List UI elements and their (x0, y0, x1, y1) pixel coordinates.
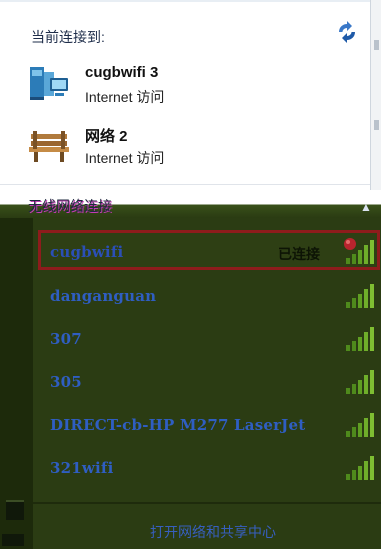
network-computer-icon (30, 67, 68, 100)
section-divider (0, 184, 370, 185)
connection-panel: 当前连接到: cugbwifi 3 Internet 访问 网络 2 Inter… (0, 0, 381, 216)
chevron-up-icon[interactable]: ▲ (360, 200, 372, 214)
connection-name: cugbwifi 3 (85, 64, 159, 81)
network-ssid: cugbwifi (50, 243, 124, 261)
signal-strength-icon (346, 413, 374, 437)
connection-name: 网络 2 (85, 128, 128, 145)
network-ssid: 321wifi (50, 459, 114, 477)
scrollbar[interactable] (370, 0, 381, 216)
signal-strength-icon (346, 240, 374, 264)
connection-item-network2: 网络 2 Internet 访问 (28, 125, 358, 179)
signal-strength-icon (346, 456, 374, 480)
scrollbar-notch (374, 120, 379, 130)
network-row-danganguan[interactable]: danganguan (38, 274, 380, 317)
network-row-305[interactable]: 305 (38, 360, 380, 403)
edge-artifact (6, 500, 24, 520)
refresh-icon[interactable] (335, 20, 359, 44)
network-row-direct-hp[interactable]: DIRECT-cb-HP M277 LaserJet (38, 403, 380, 446)
current-connection-label: 当前连接到: (31, 29, 105, 45)
left-edge (0, 218, 33, 549)
connected-status: 已连接 (278, 246, 320, 262)
bench-network-icon (29, 131, 69, 162)
connection-item-cugbwifi: cugbwifi 3 Internet 访问 (28, 64, 358, 118)
wireless-section-label: 无线网络连接 (28, 198, 112, 214)
connection-access: Internet 访问 (85, 150, 165, 166)
network-row-321wifi[interactable]: 321wifi (38, 446, 380, 489)
network-row-307[interactable]: 307 (38, 317, 380, 360)
signal-strength-icon (346, 370, 374, 394)
network-ssid: DIRECT-cb-HP M277 LaserJet (50, 416, 306, 434)
top-border (0, 0, 381, 2)
network-ssid: danganguan (50, 287, 157, 305)
network-ssid: 307 (50, 330, 82, 348)
connection-access: Internet 访问 (85, 89, 165, 105)
signal-strength-icon (346, 284, 374, 308)
scrollbar-notch (374, 40, 379, 50)
network-row-cugbwifi[interactable]: cugbwifi 已连接 (38, 230, 380, 270)
footer-divider (33, 502, 381, 504)
edge-artifact (2, 534, 24, 546)
network-ssid: 305 (50, 373, 82, 391)
open-network-sharing-center-link[interactable]: 打开网络和共享中心 (150, 522, 276, 542)
signal-strength-icon (346, 327, 374, 351)
